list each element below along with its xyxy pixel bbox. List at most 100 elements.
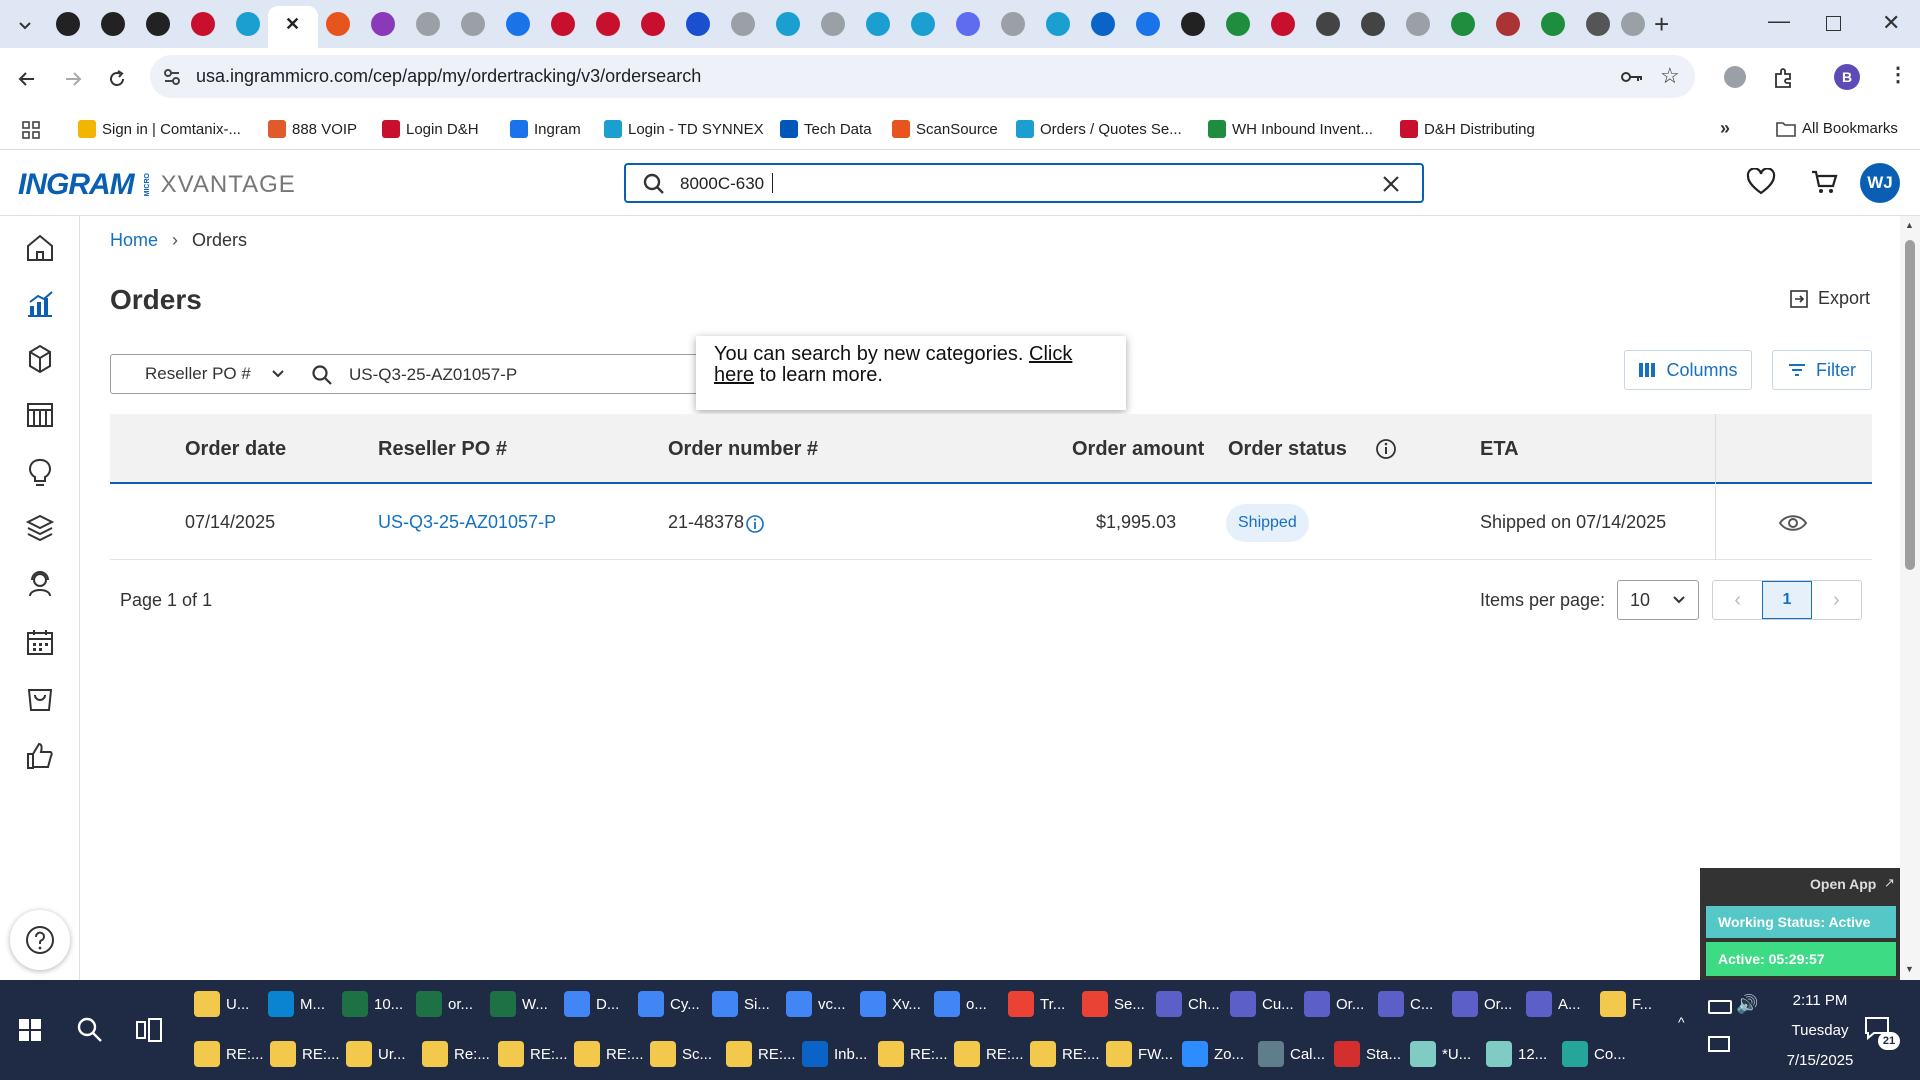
taskbar-window[interactable]: Sta... [1334,1032,1401,1076]
taskbar-window[interactable]: W... [490,982,548,1026]
info-icon[interactable] [1375,438,1397,460]
browser-tab[interactable] [1406,12,1430,36]
taskbar-window[interactable]: RE:... [194,1032,264,1076]
bookmark-star-icon[interactable]: ☆ [1660,63,1680,89]
bookmark-item[interactable]: 888 VOIP [268,120,357,138]
sidebar-support[interactable] [22,566,58,602]
browser-tab[interactable] [416,12,440,36]
taskbar-window[interactable]: Se... [1082,982,1145,1026]
global-search-box[interactable]: 8000C-630 [624,163,1424,203]
taskbar-window[interactable]: Ch... [1156,982,1220,1026]
browser-tab[interactable] [641,12,665,36]
bookmark-item[interactable]: Sign in | Comtanix-... [78,120,241,138]
network-icon[interactable] [1708,1036,1730,1052]
user-avatar[interactable]: WJ [1860,163,1900,203]
order-search-input[interactable]: US-Q3-25-AZ01057-P [349,365,517,385]
ingram-logo[interactable]: INGRAM MICRO XVANTAGE [18,168,296,202]
tab-search-button[interactable] [12,12,38,38]
bookmark-item[interactable]: Login D&H [382,120,479,138]
browser-tab[interactable] [1541,12,1565,36]
browser-tab[interactable] [776,12,800,36]
items-per-page-select[interactable]: 10 [1617,580,1699,620]
browser-tab[interactable] [551,12,575,36]
col-eta[interactable]: ETA [1480,438,1519,461]
browser-tab[interactable] [866,12,890,36]
sidebar-insights[interactable] [22,454,58,490]
browser-tab[interactable] [56,12,80,36]
bookmark-item[interactable]: Tech Data [780,120,872,138]
taskbar-clock[interactable]: 2:11 PM Tuesday 7/15/2025 [1760,986,1880,1076]
global-search-input[interactable]: 8000C-630 [680,174,764,194]
prev-page-button[interactable]: ‹ [1713,581,1762,619]
next-page-button[interactable]: › [1812,581,1861,619]
taskbar-window[interactable]: M... [268,982,325,1026]
browser-tab[interactable] [1091,12,1115,36]
taskbar-window[interactable]: Or... [1452,982,1512,1026]
browser-tab[interactable] [236,12,260,36]
browser-tab[interactable] [1361,12,1385,36]
taskbar-window[interactable]: Re:... [422,1032,490,1076]
browser-tab[interactable] [731,12,755,36]
task-view-icon[interactable] [136,1018,162,1042]
taskbar-window[interactable]: RE:... [270,1032,340,1076]
taskbar-window[interactable]: vc... [786,982,846,1026]
taskbar-window[interactable]: Inb... [802,1032,867,1076]
sidebar-analytics[interactable] [22,286,58,322]
col-order-number[interactable]: Order number # [668,438,818,461]
taskbar-window[interactable]: Tr... [1008,982,1065,1026]
page-1-button[interactable]: 1 [1762,581,1812,619]
taskbar-window[interactable]: RE:... [1030,1032,1100,1076]
bookmark-item[interactable]: D&H Distributing [1400,120,1535,138]
taskbar-window[interactable]: RE:... [574,1032,644,1076]
reload-icon[interactable] [106,68,128,90]
apps-grid-icon[interactable] [22,121,40,139]
browser-tab[interactable] [146,12,170,36]
browser-tab[interactable] [191,12,215,36]
more-bookmarks-icon[interactable]: » [1720,118,1730,139]
browser-tab[interactable] [1621,12,1645,36]
extensions-icon[interactable] [1772,66,1796,90]
taskbar-window[interactable]: D... [564,982,619,1026]
close-window-button[interactable]: ✕ [1882,10,1900,36]
export-button[interactable]: Export [1790,288,1870,309]
browser-tab[interactable] [1046,12,1070,36]
cell-order-number[interactable]: 21-48378 [668,512,744,533]
browser-tab[interactable] [1001,12,1025,36]
browser-tab[interactable] [1586,12,1610,36]
taskbar-window[interactable]: RE:... [726,1032,796,1076]
taskbar-window[interactable]: Or... [1304,982,1364,1026]
browser-tab[interactable] [686,12,710,36]
working-status-button[interactable]: Working Status: Active [1706,906,1896,938]
taskbar-window[interactable]: FW... [1106,1032,1173,1076]
sidebar-feedback[interactable] [22,738,58,774]
new-tab-button[interactable]: + [1654,9,1669,40]
cart-icon[interactable] [1810,168,1838,196]
minimize-button[interactable]: — [1768,8,1790,34]
taskbar-window[interactable]: or... [416,982,473,1026]
order-info-icon[interactable] [745,514,765,534]
sidebar-services[interactable] [22,510,58,546]
bookmark-item[interactable]: WH Inbound Invent... [1208,120,1373,138]
taskbar-window[interactable]: RE:... [498,1032,568,1076]
omnibox[interactable]: usa.ingrammicro.com/cep/app/my/ordertrac… [150,55,1695,98]
taskbar-window[interactable]: 10... [342,982,403,1026]
cell-reseller-po-link[interactable]: US-Q3-25-AZ01057-P [378,512,556,533]
clear-search-icon[interactable] [1380,173,1402,195]
scroll-down-icon[interactable]: ▼ [1905,964,1914,974]
browser-tab[interactable] [1451,12,1475,36]
browser-tab[interactable] [1226,12,1250,36]
taskbar-window[interactable]: Si... [712,982,770,1026]
browser-tab[interactable] [596,12,620,36]
open-app-link[interactable]: Open App [1810,876,1876,892]
scrollbar-thumb[interactable] [1905,240,1915,570]
taskbar-window[interactable]: Xv... [860,982,921,1026]
taskbar-window[interactable]: Ur... [346,1032,406,1076]
sidebar-calendar[interactable] [22,624,58,660]
url-text[interactable]: usa.ingrammicro.com/cep/app/my/ordertrac… [196,66,701,87]
browser-tab[interactable] [1181,12,1205,36]
sidebar-home[interactable] [22,230,58,266]
browser-tab[interactable] [1496,12,1520,36]
browser-tab[interactable] [1271,12,1295,36]
breadcrumb-home[interactable]: Home [110,230,158,251]
show-hidden-icons[interactable]: ^ [1678,1014,1685,1030]
